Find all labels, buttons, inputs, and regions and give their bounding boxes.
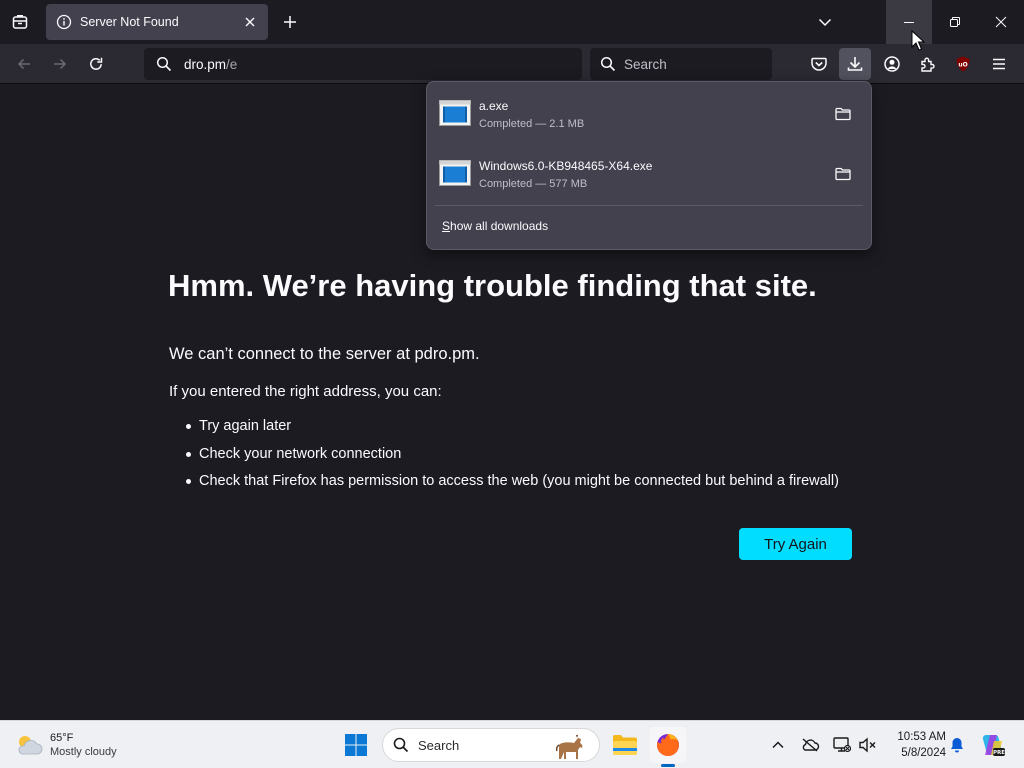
taskbar-search-box[interactable]: Search xyxy=(382,728,600,762)
search-icon xyxy=(393,737,409,753)
notification-bell-icon[interactable] xyxy=(945,733,969,757)
suggestion-item: Check your network connection xyxy=(186,444,839,472)
url-text[interactable]: dro.pm/e xyxy=(184,57,237,72)
weather-temperature: 65°F xyxy=(50,731,74,744)
volume-muted-icon[interactable] xyxy=(856,733,880,757)
panel-separator xyxy=(435,205,863,206)
download-status: Completed — 577 MB xyxy=(479,178,588,190)
url-host: dro.pm xyxy=(184,56,227,72)
puzzle-icon[interactable] xyxy=(912,48,944,80)
search-placeholder: Search xyxy=(624,56,667,72)
network-icon[interactable] xyxy=(830,733,854,757)
search-icon xyxy=(600,56,616,72)
taskbar-search-label: Search xyxy=(418,737,460,753)
download-filename: a.exe xyxy=(479,99,509,113)
mouse-cursor-icon xyxy=(911,30,925,51)
firefox-icon[interactable] xyxy=(650,727,686,767)
plus-icon[interactable] xyxy=(274,6,306,38)
clock-date: 5/8/2024 xyxy=(901,747,946,759)
navigation-toolbar: dro.pm/e Search uO xyxy=(0,44,1024,84)
windows-taskbar: 65°F Mostly cloudy Search 10:53 AM 5/8/2… xyxy=(0,720,1024,768)
show-all-downloads-button[interactable]: Show all downloads xyxy=(442,219,548,233)
info-icon xyxy=(56,14,72,30)
copilot-icon[interactable]: PRE xyxy=(978,730,1008,760)
access-key: S xyxy=(442,219,451,233)
tab-strip: Server Not Found xyxy=(0,0,1024,44)
windows-start-icon[interactable] xyxy=(340,729,372,761)
suggestion-item: Try again later xyxy=(186,416,839,444)
account-icon[interactable] xyxy=(876,48,908,80)
downloads-panel: a.exe Completed — 2.1 MB Windows6.0-KB94… xyxy=(426,81,872,250)
restore-button[interactable] xyxy=(932,0,978,44)
folder-icon[interactable] xyxy=(831,162,855,186)
window-close-button[interactable] xyxy=(978,0,1024,44)
tab-server-not-found[interactable]: Server Not Found xyxy=(46,4,268,40)
file-explorer-icon[interactable] xyxy=(607,727,643,763)
download-filename: Windows6.0-KB948465-X64.exe xyxy=(479,159,653,173)
reload-icon[interactable] xyxy=(80,48,112,80)
onedrive-offline-icon[interactable] xyxy=(798,733,822,757)
pocket-icon[interactable] xyxy=(803,48,835,80)
download-item[interactable]: a.exe Completed — 2.1 MB xyxy=(431,86,867,144)
weather-condition: Mostly cloudy xyxy=(50,745,117,758)
url-path: /e xyxy=(226,56,238,72)
hamburger-menu-icon[interactable] xyxy=(983,48,1015,80)
executable-file-icon xyxy=(439,100,471,126)
address-bar[interactable]: dro.pm/e xyxy=(144,48,582,80)
weather-widget[interactable]: 65°F Mostly cloudy xyxy=(14,728,117,762)
error-suggestions-list: Try again later Check your network conne… xyxy=(186,416,839,499)
chevron-down-icon[interactable] xyxy=(808,6,842,38)
chevron-up-icon[interactable] xyxy=(766,733,790,757)
minimize-button[interactable] xyxy=(886,0,932,44)
download-status: Completed — 2.1 MB xyxy=(479,118,585,130)
error-description: We can’t connect to the server at pdro.p… xyxy=(169,345,480,363)
try-again-button[interactable]: Try Again xyxy=(739,528,852,560)
back-arrow-icon[interactable] xyxy=(8,48,40,80)
search-bar[interactable]: Search xyxy=(590,48,772,80)
show-all-label: how all downloads xyxy=(450,219,549,233)
folder-icon[interactable] xyxy=(831,102,855,126)
error-title: Hmm. We’re having trouble finding that s… xyxy=(168,268,817,303)
cloudy-weather-icon xyxy=(14,732,44,758)
executable-file-icon xyxy=(439,160,471,186)
error-suggestions-intro: If you entered the right address, you ca… xyxy=(169,383,442,400)
ublock-origin-icon[interactable]: uO xyxy=(947,48,979,80)
svg-text:PRE: PRE xyxy=(993,750,1005,756)
tab-title: Server Not Found xyxy=(80,15,179,29)
search-highlight-horse-icon xyxy=(553,732,589,760)
forward-arrow-icon[interactable] xyxy=(44,48,76,80)
svg-text:uO: uO xyxy=(958,62,967,69)
tab-list-icon[interactable] xyxy=(4,6,36,38)
active-app-indicator xyxy=(661,764,675,767)
search-icon xyxy=(156,56,172,72)
system-clock[interactable]: 10:53 AM 5/8/2024 xyxy=(884,729,946,761)
suggestion-item: Check that Firefox has permission to acc… xyxy=(186,471,839,499)
clock-time: 10:53 AM xyxy=(897,731,946,743)
close-icon[interactable] xyxy=(240,12,260,32)
download-icon[interactable] xyxy=(839,48,871,80)
download-item[interactable]: Windows6.0-KB948465-X64.exe Completed — … xyxy=(431,146,867,204)
